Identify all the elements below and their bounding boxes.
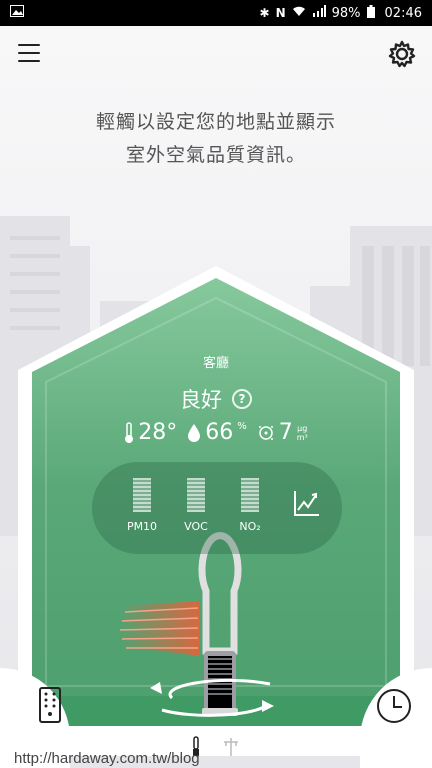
menu-button[interactable] [18, 44, 40, 64]
trend-graph-icon [294, 491, 319, 516]
schedule-button[interactable] [340, 668, 432, 768]
clock: 02:46 [384, 5, 422, 21]
gallery-notification-icon [10, 5, 24, 21]
thermometer-icon [125, 421, 134, 443]
bluetooth-icon: ✱ [259, 6, 270, 20]
signal-icon [312, 5, 326, 21]
temperature-value: 28° [138, 420, 178, 445]
fan-page-icon [224, 738, 238, 756]
status-bar: ✱ N 98% 02:46 [0, 0, 432, 26]
sensor-level-bars [133, 478, 151, 512]
settings-button[interactable] [388, 40, 416, 68]
particulate-unit-top: μg [297, 423, 308, 433]
particulate-value: 7 [278, 420, 293, 445]
temperature-reading: 28° [124, 420, 177, 445]
help-icon[interactable]: ? [232, 389, 252, 409]
hamburger-line [18, 52, 40, 54]
wifi-icon [292, 5, 306, 21]
location-prompt[interactable]: 輕觸以設定您的地點並顯示 室外空氣品質資訊。 [0, 106, 432, 172]
particulate-unit: μg m³ [297, 424, 308, 442]
battery-icon [366, 4, 375, 22]
heat-stream [119, 601, 200, 656]
sensor-panel[interactable]: PM10 VOC NO₂ [92, 462, 342, 554]
prompt-line-1: 輕觸以設定您的地點並顯示 [95, 111, 336, 133]
nfc-icon: N [275, 6, 286, 20]
humidity-unit: % [237, 420, 247, 432]
watermark-text: http://hardaway.com.tw/blog [14, 750, 200, 767]
sensor-label: PM10 [126, 520, 158, 533]
sensor-no2[interactable]: NO₂ [230, 478, 270, 533]
air-quality-status: 良好 [180, 388, 222, 412]
sensor-level-bars [241, 478, 259, 512]
readings-row: 28° 66% 7 μg m³ [0, 420, 432, 445]
gear-icon [388, 40, 416, 68]
battery-level: 98% [331, 5, 361, 21]
humidity-value: 66 [205, 420, 234, 445]
air-quality-row: 良好 ? [0, 384, 432, 414]
sensor-voc[interactable]: VOC [176, 478, 216, 533]
sensor-level-bars [187, 478, 205, 512]
particulate-icon [258, 425, 273, 440]
hamburger-menu-icon [18, 44, 40, 46]
water-drop-icon [188, 423, 201, 442]
app-area: 輕觸以設定您的地點並顯示 室外空氣品質資訊。 客廳 良好 ? 28° 66 % … [0, 26, 432, 768]
particulate-reading: 7 μg m³ [257, 420, 308, 445]
hamburger-line [18, 60, 40, 62]
room-name[interactable]: 客廳 [0, 352, 432, 371]
page-indicator-fan[interactable] [222, 736, 242, 756]
sensor-label: NO₂ [239, 520, 261, 533]
prompt-line-2: 室外空氣品質資訊。 [125, 144, 306, 166]
humidity-reading: 66% [187, 420, 247, 445]
sensor-label: VOC [184, 520, 208, 533]
sensor-pm10[interactable]: PM10 [122, 478, 162, 533]
particulate-unit-bottom: m³ [296, 432, 308, 442]
history-graph-button[interactable] [292, 488, 322, 518]
